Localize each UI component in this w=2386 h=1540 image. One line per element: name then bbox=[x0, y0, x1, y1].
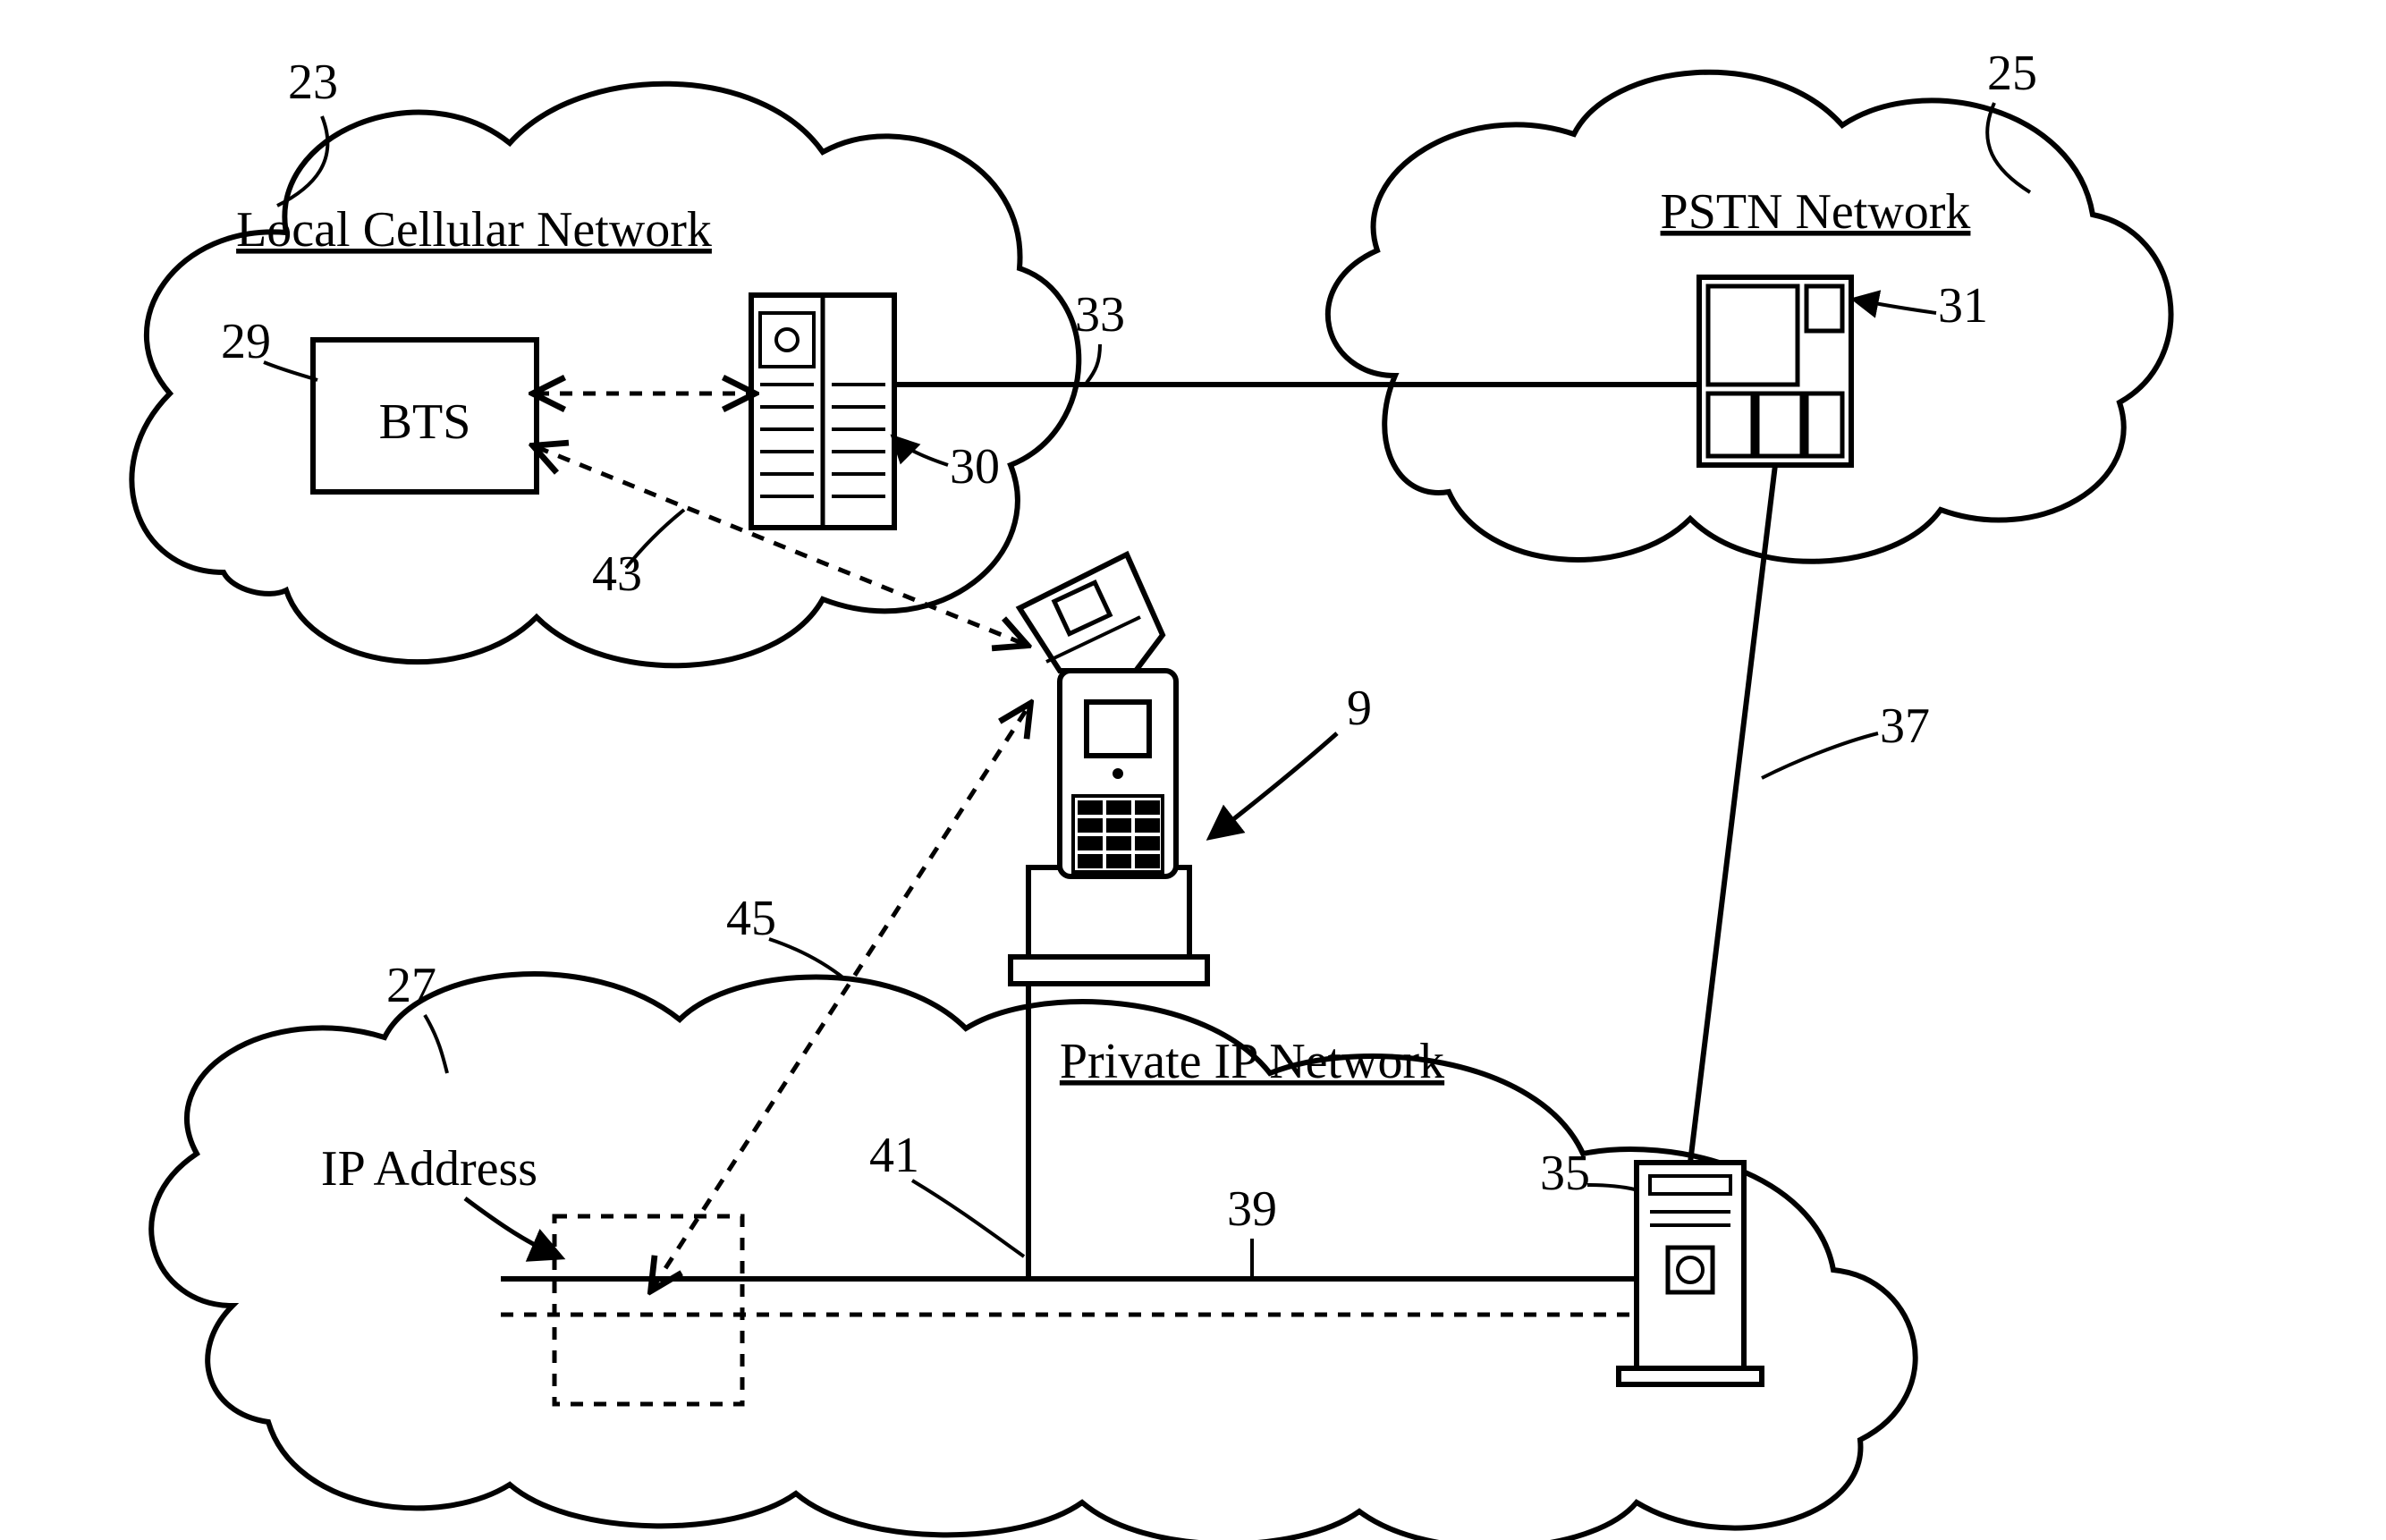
ref-43: 43 bbox=[592, 546, 642, 602]
ref-27: 27 bbox=[386, 958, 436, 1013]
cloud-pstn-title: PSTN Network bbox=[1661, 184, 1971, 240]
ref-31: 31 bbox=[1938, 278, 1988, 334]
flip-phone bbox=[1011, 554, 1207, 984]
ref-45-leader bbox=[769, 939, 845, 979]
bts-label: BTS bbox=[379, 394, 471, 450]
ref-41: 41 bbox=[869, 1128, 919, 1183]
ref-33-leader bbox=[1087, 344, 1100, 383]
ref-45: 45 bbox=[726, 891, 776, 946]
ref-25: 25 bbox=[1987, 46, 2037, 101]
link-37 bbox=[1690, 465, 1775, 1163]
ref-37: 37 bbox=[1880, 698, 1930, 754]
cloud-cellular-title: Local Cellular Network bbox=[236, 202, 712, 258]
diagram-canvas: Local Cellular Network PSTN Network Priv… bbox=[0, 0, 2386, 1540]
ref-9-leader bbox=[1212, 733, 1337, 836]
ref-37-leader bbox=[1762, 733, 1878, 778]
ref-29: 29 bbox=[221, 314, 271, 369]
ip-address-label: IP Address bbox=[321, 1141, 537, 1197]
cellular-server bbox=[751, 295, 894, 528]
ip-gateway-server bbox=[1619, 1163, 1762, 1384]
ref-9: 9 bbox=[1347, 681, 1372, 736]
ref-39: 39 bbox=[1227, 1181, 1277, 1237]
bts-box: BTS bbox=[313, 340, 537, 492]
ref-33: 33 bbox=[1075, 287, 1125, 343]
ref-30: 30 bbox=[950, 439, 1000, 495]
ref-35: 35 bbox=[1540, 1146, 1590, 1201]
cloud-ip-title: Private IP Network bbox=[1060, 1034, 1444, 1089]
pstn-switch bbox=[1699, 277, 1851, 465]
ref-23: 23 bbox=[288, 55, 338, 110]
